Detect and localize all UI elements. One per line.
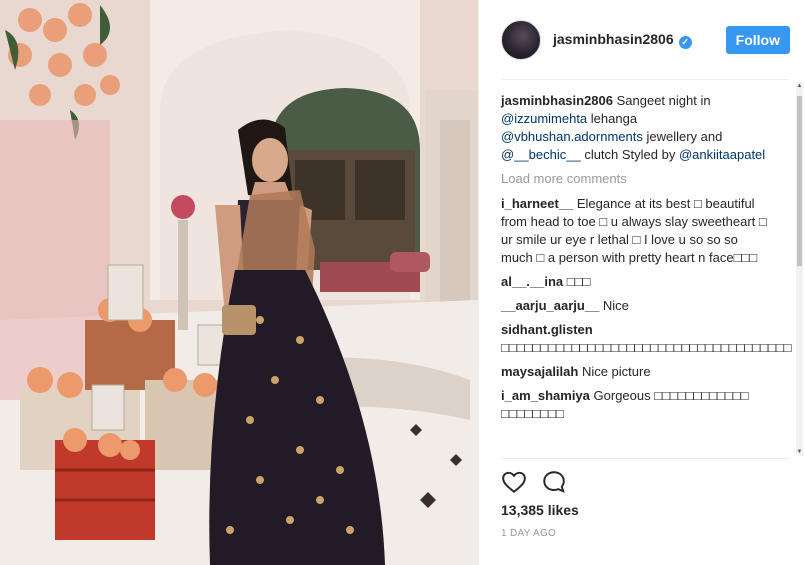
heart-icon[interactable] (501, 469, 527, 495)
actions-divider (501, 458, 789, 459)
scroll-up-arrow-icon[interactable]: ▲ (796, 82, 803, 90)
follow-button[interactable]: Follow (725, 26, 790, 54)
scrollbar-thumb[interactable] (797, 96, 802, 266)
username-text: jasminbhasin2806 (553, 31, 674, 47)
mention-link[interactable]: @__bechic__ (501, 147, 581, 162)
comment-item: i_harneet__ Elegance at its best □ beaut… (501, 195, 772, 267)
post-timestamp[interactable]: 1 DAY AGO (501, 528, 556, 539)
caption-text: Sangeet night in (613, 93, 711, 108)
post-details-panel: jasminbhasin2806 ✓ Follow jasminbhasin280… (478, 0, 805, 565)
comment-icon-svg (543, 471, 565, 493)
comments-list[interactable]: jasminbhasin2806 Sangeet night in @izzum… (479, 80, 805, 458)
comment-text: □□□□□□□□□□□□□□□□□□□□□□□□□□□□□□□□□□□□□ (501, 340, 792, 355)
post-photo[interactable] (0, 0, 478, 565)
comment-item: al__.__ina □□□ (501, 273, 772, 291)
mention-link[interactable]: @vbhushan.adornments (501, 129, 643, 144)
comment-username[interactable]: al__.__ina (501, 274, 563, 289)
comment-text: Nice (599, 298, 629, 313)
comment-icon[interactable] (541, 469, 567, 495)
scroll-down-arrow-icon[interactable]: ▼ (796, 448, 803, 456)
comment-username[interactable]: __aarju_aarju__ (501, 298, 599, 313)
comment-username[interactable]: sidhant.glisten (501, 322, 593, 337)
comment-text: Nice picture (578, 364, 651, 379)
comment-item: __aarju_aarju__ Nice (501, 297, 772, 315)
instagram-post-view: jasminbhasin2806 ✓ Follow jasminbhasin280… (0, 0, 805, 565)
comment-item: sidhant.glisten □□□□□□□□□□□□□□□□□□□□□□□□… (501, 321, 792, 357)
username-link[interactable]: jasminbhasin2806 ✓ (553, 31, 692, 49)
post-photo-illustration (0, 0, 478, 565)
comment-username[interactable]: i_am_shamiya (501, 388, 590, 403)
caption-username[interactable]: jasminbhasin2806 (501, 93, 613, 108)
load-more-comments-link[interactable]: Load more comments (501, 170, 772, 188)
avatar[interactable] (501, 20, 541, 60)
mention-link[interactable]: @izzumimehta (501, 111, 587, 126)
comment-username[interactable]: maysajalilah (501, 364, 578, 379)
comment-item: maysajalilah Nice picture (501, 363, 772, 381)
likes-count[interactable]: 13,385 likes (501, 502, 579, 518)
comments-scrollbar[interactable]: ▲ ▼ (796, 82, 803, 456)
caption-text: lehanga (587, 111, 638, 126)
post-actions (501, 466, 567, 498)
mention-link[interactable]: @ankiitaapatel (679, 147, 765, 162)
caption-text: clutch Styled by (580, 147, 679, 162)
comment-item: i_am_shamiya Gorgeous □□□□□□□□□□□□ □□□□□… (501, 387, 772, 423)
comment-text: □□□ (563, 274, 591, 289)
verified-badge-icon: ✓ (678, 36, 692, 49)
caption-text: jewellery and (642, 129, 723, 144)
post-header: jasminbhasin2806 ✓ Follow (479, 0, 805, 80)
comment-username[interactable]: i_harneet__ (501, 196, 573, 211)
heart-icon-svg (502, 471, 526, 493)
caption: jasminbhasin2806 Sangeet night in @izzum… (501, 92, 772, 164)
